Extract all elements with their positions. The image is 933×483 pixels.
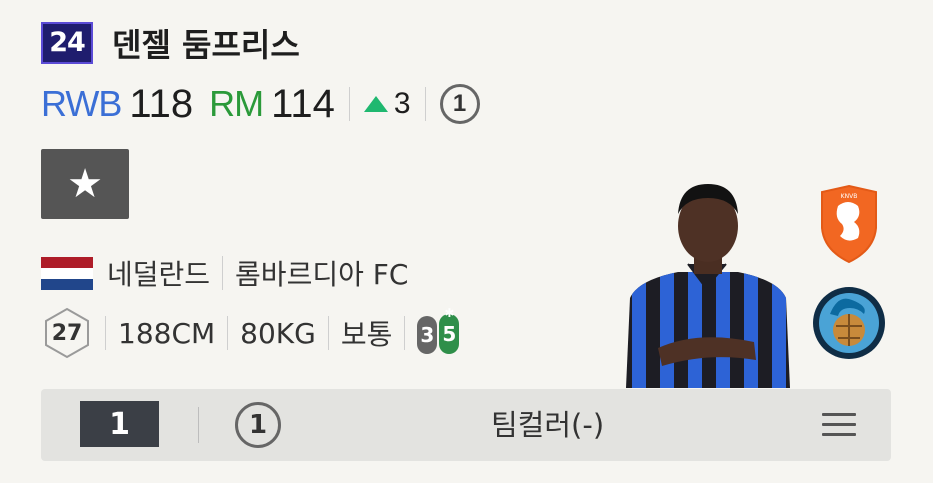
menu-icon[interactable] [822, 413, 856, 437]
divider [404, 316, 406, 350]
star-icon: ★ [67, 161, 103, 207]
divider [105, 316, 106, 350]
grade-badge: 1 [439, 84, 480, 124]
strong-foot-star-icon: ✱ [444, 306, 455, 320]
club-label: 롬바르디아 FC [235, 258, 409, 291]
divider [227, 316, 229, 350]
enhance-level-box[interactable]: 1 [80, 401, 159, 447]
position-secondary-ovr: 114 [271, 81, 335, 126]
position-secondary: RM [209, 83, 264, 124]
player-info-row: 27 188CM 80KG 보통 3 5 ✱ [41, 306, 460, 359]
svg-text:KNVB: KNVB [841, 193, 858, 200]
player-photo [626, 184, 790, 388]
divider [198, 407, 199, 443]
club-crest-icon [813, 287, 885, 359]
grade-badge-bottom[interactable]: 1 [235, 402, 281, 448]
weight-value: 80KG [240, 316, 316, 350]
player-name: 덴젤 둠프리스 [112, 26, 300, 64]
nation-label: 네덜란드 [107, 258, 211, 291]
team-color-label[interactable]: 팀컬러(-) [491, 389, 604, 461]
position-primary: RWB [41, 83, 122, 124]
body-type-value: 보통 [340, 318, 393, 351]
divider [222, 256, 224, 290]
position-row: RWB 118 RM 114 3 1 [41, 80, 480, 128]
position-primary-ovr: 118 [129, 81, 194, 126]
strong-foot-value: 5 [439, 314, 460, 354]
upgrade-value: 3 [393, 87, 411, 120]
foot-icon: 3 5 ✱ [417, 306, 460, 356]
divider [424, 87, 426, 121]
up-arrow-icon [363, 96, 388, 112]
age-value: 27 [51, 320, 83, 346]
age-badge: 27 [41, 307, 93, 359]
weak-foot-value: 3 [417, 316, 438, 354]
height-value: 188CM [118, 316, 216, 350]
bottom-bar: 1 1 팀컬러(-) [41, 389, 891, 461]
netherlands-flag-icon [41, 256, 93, 290]
netherlands-crest-icon: KNVB [821, 184, 877, 264]
nation-club-row: 네덜란드 롬바르디아 FC [41, 252, 408, 294]
season-badge: 24 [41, 22, 93, 64]
favorite-button[interactable]: ★ [41, 149, 129, 219]
divider [348, 87, 350, 121]
divider [327, 316, 329, 350]
